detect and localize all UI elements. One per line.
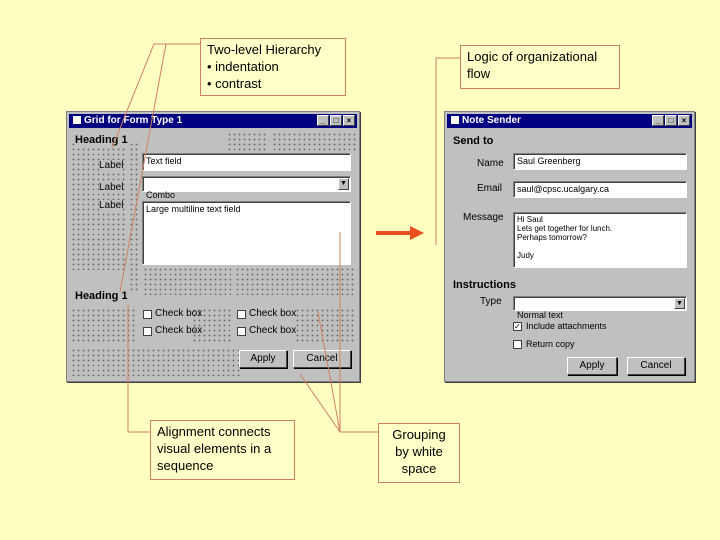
- arrow-right-icon: [376, 226, 424, 240]
- grid-block: [272, 132, 357, 154]
- note-window-titlebar[interactable]: Note Sender _ □ ×: [447, 114, 692, 128]
- close-icon[interactable]: ×: [343, 115, 355, 126]
- grid-checkbox-label-1: Check box: [155, 308, 203, 319]
- type-select[interactable]: Normal text ▼: [513, 296, 687, 320]
- grid-window-title: Grid for Form Type 1: [84, 115, 183, 126]
- grid-block: [129, 142, 139, 292]
- include-attachments-label: Include attachments: [526, 321, 607, 331]
- grid-checkbox-1[interactable]: [143, 310, 152, 319]
- grid-label-3: Label: [99, 200, 124, 211]
- grid-block: [71, 308, 137, 342]
- grid-checkbox-label-2: Check box: [249, 308, 297, 319]
- grouping-callout-text: Grouping by white space: [392, 427, 446, 476]
- maximize-icon[interactable]: □: [330, 115, 342, 126]
- instructions-heading: Instructions: [453, 279, 516, 291]
- logic-callout: Logic of organizational flow: [460, 45, 620, 89]
- maximize-icon[interactable]: □: [665, 115, 677, 126]
- alignment-callout-text: Alignment connects visual elements in a …: [157, 424, 272, 473]
- grid-multiline-field[interactable]: Large multiline text field: [142, 201, 351, 265]
- grid-label-1: Label: [99, 160, 124, 171]
- name-field[interactable]: Saul Greenberg: [513, 153, 687, 170]
- grid-block: [143, 267, 231, 295]
- hierarchy-callout-line1: • indentation: [207, 58, 279, 74]
- grid-combo-value: Combo: [146, 190, 176, 200]
- grid-combo[interactable]: Combo ▼: [142, 176, 351, 200]
- message-field[interactable]: Hi Saul Lets get together for lunch. Per…: [513, 212, 687, 268]
- grid-checkbox-label-4: Check box: [249, 325, 297, 336]
- grid-checkbox-2[interactable]: [237, 310, 246, 319]
- grid-checkbox-4[interactable]: [237, 327, 246, 336]
- grid-label-2: Label: [99, 182, 124, 193]
- window-app-icon: [451, 116, 459, 124]
- chevron-down-icon[interactable]: ▼: [338, 178, 349, 190]
- type-label: Type: [480, 296, 502, 307]
- type-select-value: Normal text: [517, 310, 564, 320]
- hierarchy-callout-title: Two-level Hierarchy: [207, 42, 322, 57]
- grid-form-window: Grid for Form Type 1 _ □ × Heading 1 Lab…: [66, 111, 360, 382]
- note-apply-button[interactable]: Apply: [567, 357, 617, 375]
- grid-checkbox-label-3: Check box: [155, 325, 203, 336]
- email-label: Email: [477, 183, 503, 194]
- hierarchy-callout-line2: • contrast: [207, 75, 262, 91]
- message-label: Message: [463, 212, 504, 223]
- grid-heading-2: Heading 1: [75, 290, 128, 302]
- close-icon[interactable]: ×: [678, 115, 690, 126]
- note-window-title: Note Sender: [462, 115, 521, 126]
- send-to-heading: Send to: [453, 135, 494, 147]
- logic-callout-text: Logic of organizational flow: [467, 49, 598, 81]
- return-copy-label: Return copy: [526, 339, 575, 349]
- grid-checkbox-3[interactable]: [143, 327, 152, 336]
- grid-block: [235, 267, 355, 295]
- grid-cancel-button[interactable]: Cancel: [293, 350, 351, 368]
- note-sender-window: Note Sender _ □ × Send to Name Saul Gree…: [444, 111, 695, 382]
- grouping-leader-line: [299, 373, 341, 433]
- grid-block: [295, 308, 355, 342]
- grid-apply-button[interactable]: Apply: [239, 350, 287, 368]
- grid-text-field[interactable]: Text field: [142, 153, 351, 171]
- email-field[interactable]: saul@cpsc.ucalgary.ca: [513, 181, 687, 198]
- grid-block: [71, 348, 241, 376]
- window-app-icon: [73, 116, 81, 124]
- grid-block: [227, 132, 267, 154]
- chevron-down-icon[interactable]: ▼: [674, 298, 685, 309]
- minimize-icon[interactable]: _: [652, 115, 664, 126]
- minimize-icon[interactable]: _: [317, 115, 329, 126]
- return-copy-checkbox[interactable]: [513, 340, 522, 349]
- grid-window-titlebar[interactable]: Grid for Form Type 1 _ □ ×: [69, 114, 357, 128]
- hierarchy-callout: Two-level Hierarchy • indentation • cont…: [200, 38, 346, 96]
- note-cancel-button[interactable]: Cancel: [627, 357, 685, 375]
- name-label: Name: [477, 158, 504, 169]
- grid-heading-1: Heading 1: [75, 134, 128, 146]
- alignment-callout: Alignment connects visual elements in a …: [150, 420, 295, 480]
- include-attachments-checkbox[interactable]: ✓: [513, 322, 522, 331]
- grouping-callout: Grouping by white space: [378, 423, 460, 483]
